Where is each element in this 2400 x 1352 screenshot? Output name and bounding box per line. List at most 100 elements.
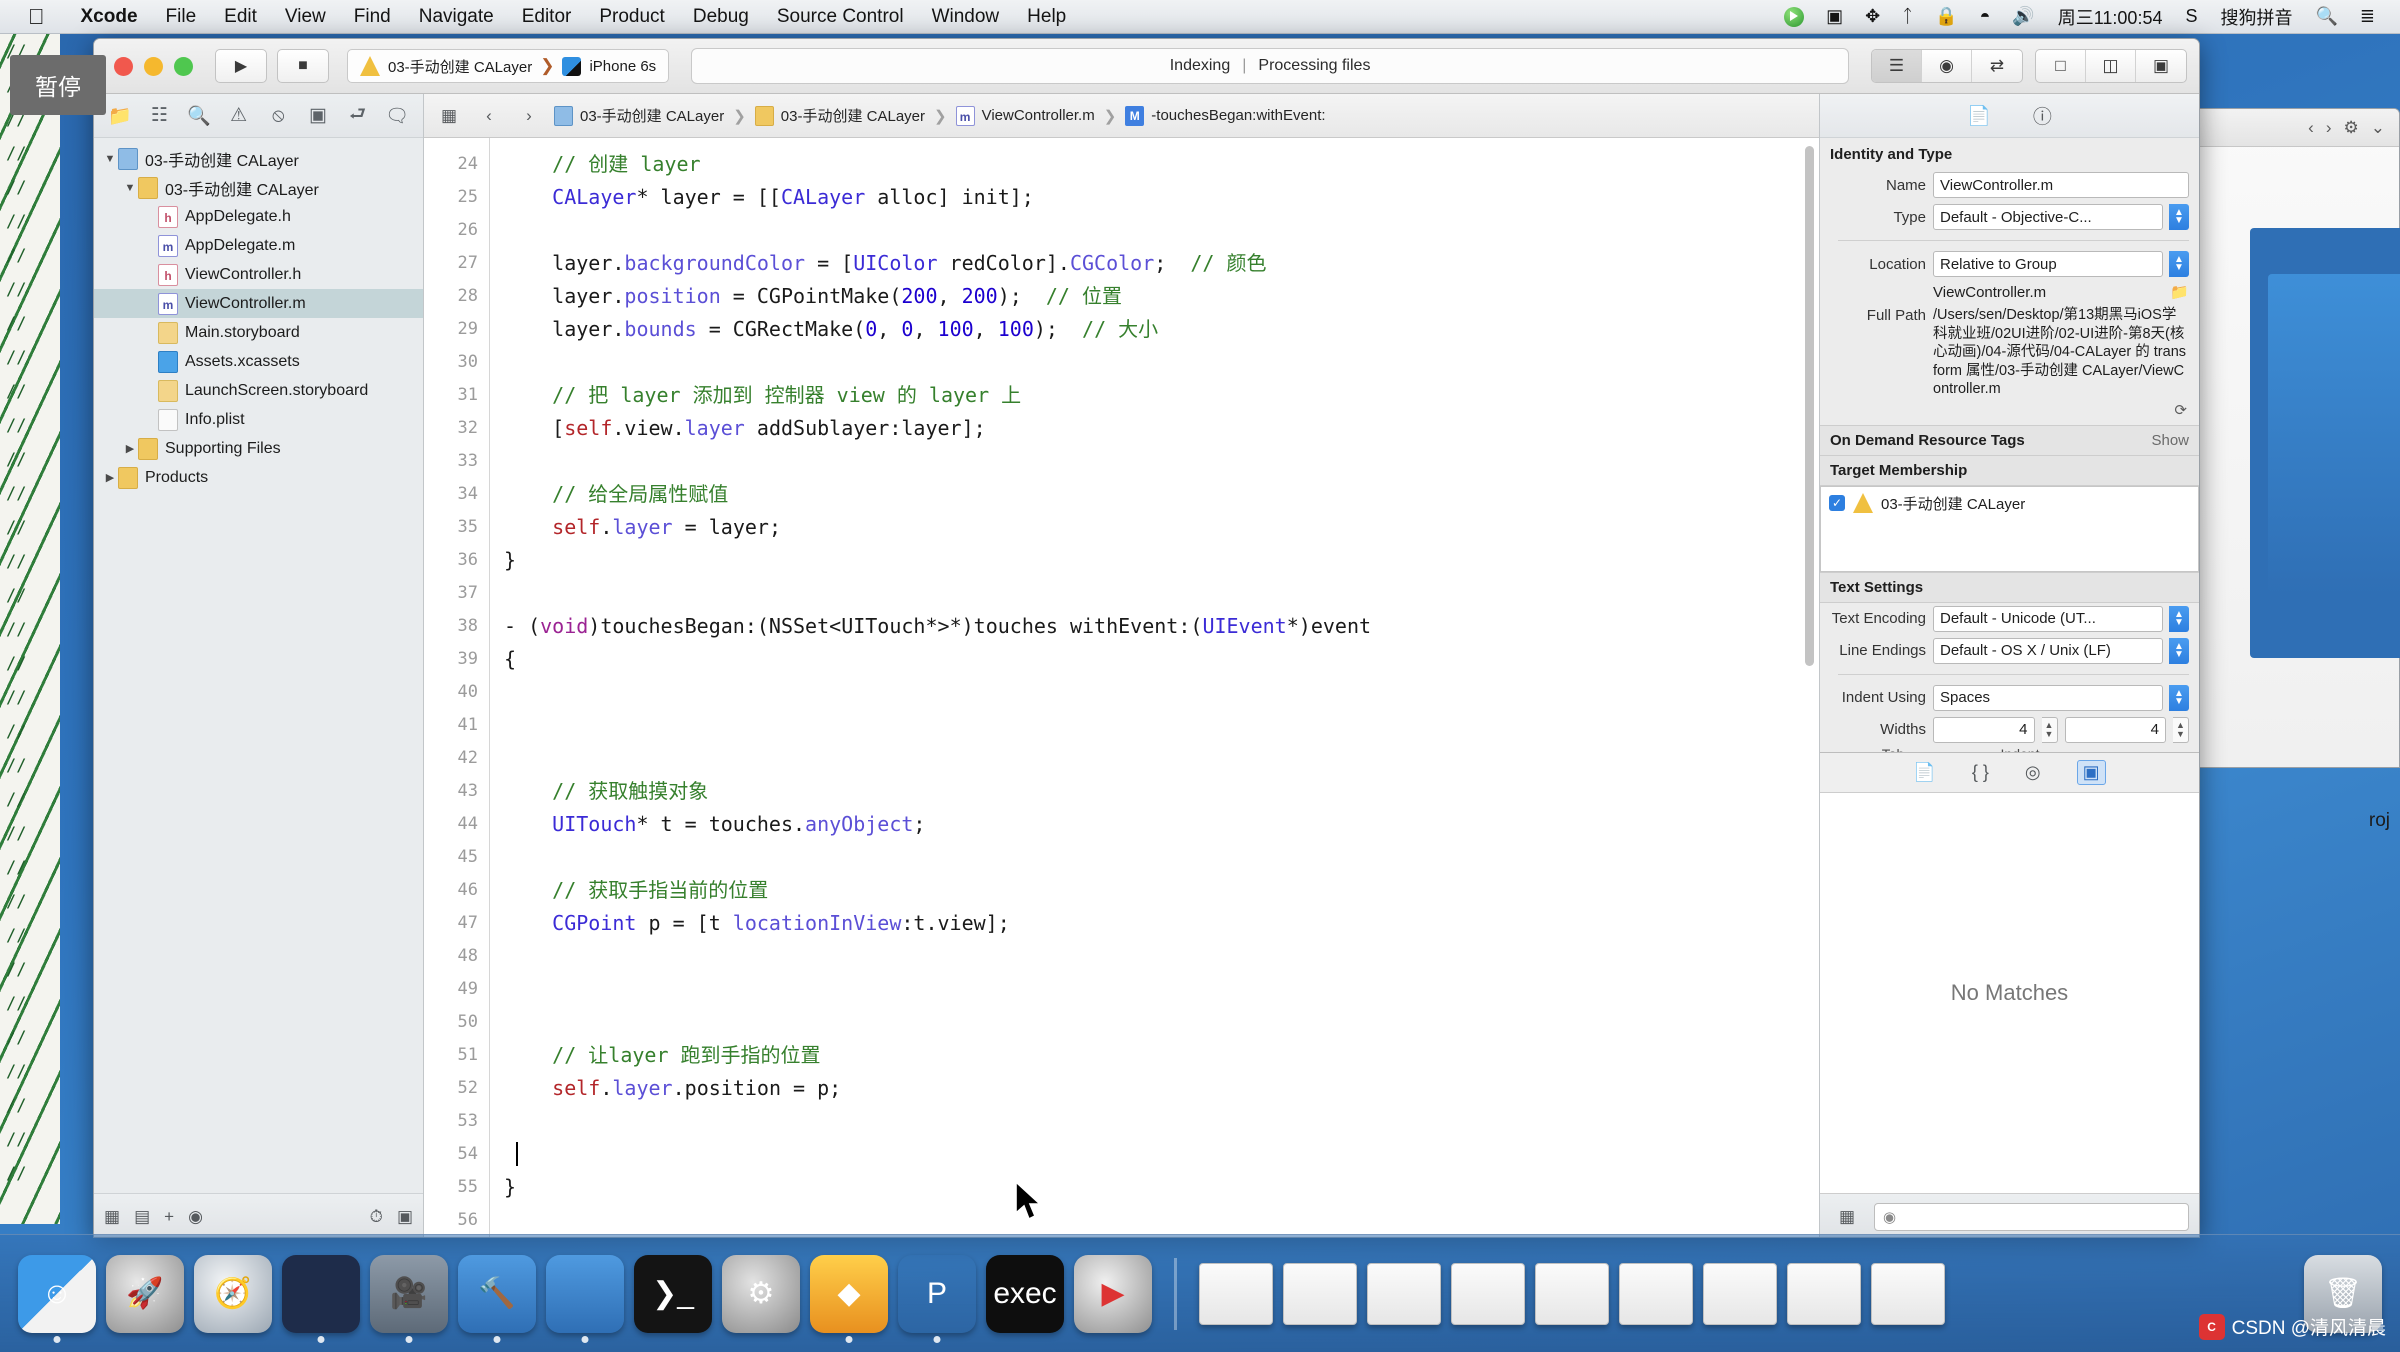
- list-view-icon[interactable]: ▤: [134, 1207, 150, 1227]
- code-line[interactable]: [504, 742, 1819, 775]
- indent-width-stepper[interactable]: ▲ ▼: [2173, 716, 2189, 743]
- breakpoint-navigator-icon[interactable]: ⮐: [338, 96, 378, 136]
- assistant-editor-icon[interactable]: ◉: [1922, 50, 1972, 82]
- minimized-window-2[interactable]: [1283, 1262, 1357, 1325]
- chevron-updown-icon[interactable]: ▲ ▼: [2169, 251, 2189, 277]
- code-line[interactable]: layer.backgroundColor = [UIColor redColo…: [504, 247, 1819, 280]
- debug-toggle-icon[interactable]: ◫: [2086, 50, 2136, 82]
- text-encoding-select[interactable]: Default - Unicode (UT...: [1933, 605, 2163, 632]
- minimized-window-9[interactable]: [1871, 1262, 1945, 1325]
- file-tree-row[interactable]: Main.storyboard: [94, 318, 423, 347]
- report-navigator-icon[interactable]: 🗨: [377, 96, 417, 136]
- disclosure-closed-icon[interactable]: ▶: [122, 442, 138, 455]
- symbol-navigator-icon[interactable]: ☷: [140, 96, 180, 136]
- file-tree-row[interactable]: m AppDelegate.m: [94, 231, 423, 260]
- finder-icon[interactable]: ☺: [18, 1254, 96, 1343]
- grid-view-icon[interactable]: ▦: [1830, 1207, 1864, 1227]
- menu-item-file[interactable]: File: [152, 6, 211, 28]
- forward-button[interactable]: ›: [514, 106, 544, 126]
- menu-item-editor[interactable]: Editor: [508, 6, 586, 28]
- file-tree-row[interactable]: Info.plist: [94, 405, 423, 434]
- sketch-icon[interactable]: ◆: [810, 1254, 888, 1343]
- editor-scrollbar[interactable]: [1803, 146, 1816, 1166]
- code-line[interactable]: [504, 1006, 1819, 1039]
- quicktime-icon[interactable]: 🎥: [370, 1254, 448, 1343]
- run-button[interactable]: ▶: [215, 49, 267, 83]
- code-line[interactable]: layer.bounds = CGRectMake(0, 0, 100, 100…: [504, 313, 1819, 346]
- xcode-icon[interactable]: 🔨: [458, 1254, 536, 1343]
- breadcrumb-method-label[interactable]: -touchesBegan:withEvent:: [1151, 107, 1325, 124]
- breadcrumb-file-label[interactable]: ViewController.m: [982, 107, 1095, 124]
- editor-mode-segment[interactable]: ☰ ◉ ⇄: [1871, 49, 2023, 83]
- minimized-window-3[interactable]: [1367, 1262, 1441, 1325]
- filter-icon[interactable]: ◉: [188, 1207, 203, 1227]
- code-line[interactable]: }: [504, 1171, 1819, 1204]
- code-line[interactable]: UITouch* t = touches.anyObject;: [504, 808, 1819, 841]
- odr-show-button[interactable]: Show: [2151, 432, 2189, 449]
- target-membership-list[interactable]: ✓ 03-手动创建 CALayer: [1820, 485, 2199, 572]
- minimized-window-4[interactable]: [1451, 1262, 1525, 1325]
- chevron-updown-icon[interactable]: ▲ ▼: [2169, 637, 2189, 664]
- test-navigator-icon[interactable]: ⦸: [259, 96, 299, 136]
- launchpad-icon[interactable]: 🚀: [106, 1254, 184, 1333]
- menu-item-edit[interactable]: Edit: [210, 6, 271, 28]
- minimized-window-6[interactable]: [1619, 1262, 1693, 1325]
- file-tree-row[interactable]: h ViewController.h: [94, 260, 423, 289]
- menu-bar-clock[interactable]: 周三11:00:54: [2046, 4, 2175, 30]
- code-line[interactable]: [504, 445, 1819, 478]
- scheme-selector[interactable]: 03-手动创建 CALayer ❯ iPhone 6s: [347, 49, 670, 83]
- xcode-beta-icon[interactable]: [546, 1254, 624, 1343]
- code-line[interactable]: [504, 841, 1819, 874]
- screen-record-icon[interactable]: [1773, 6, 1815, 27]
- file-tree-row[interactable]: LaunchScreen.storyboard: [94, 376, 423, 405]
- indent-width-field[interactable]: 4: [2064, 716, 2166, 743]
- code-line[interactable]: [504, 1204, 1819, 1237]
- code-area[interactable]: 24 25 26 27 28 29 30 31 32 33 34 35 36 37 38 39 40 41 42 43…: [424, 138, 1819, 1237]
- zoom-button[interactable]: [174, 56, 193, 76]
- recent-files-icon[interactable]: ⏱: [370, 1207, 383, 1227]
- find-navigator-icon[interactable]: 🔍: [179, 96, 219, 136]
- file-inspector-icon[interactable]: 📄: [1967, 104, 1991, 128]
- code-line[interactable]: [self.view.layer addSublayer:layer];: [504, 412, 1819, 445]
- scrollbar-thumb[interactable]: [1805, 146, 1814, 666]
- code-line[interactable]: // 给全局属性赋值: [504, 478, 1819, 511]
- code-line[interactable]: layer.position = CGPointMake(200, 200); …: [504, 280, 1819, 313]
- code-line[interactable]: // 获取触摸对象: [504, 775, 1819, 808]
- code-line[interactable]: [504, 1138, 1819, 1171]
- code-text[interactable]: // 创建 layer CALayer* layer = [[CALayer a…: [490, 138, 1819, 1237]
- bluetooth-icon[interactable]: ᛏ: [1891, 6, 1924, 27]
- file-tree-row[interactable]: m ViewController.m: [94, 289, 423, 318]
- location-select[interactable]: Relative to Group: [1933, 251, 2163, 277]
- file-tree-row[interactable]: ▼ 03-手动创建 CALayer: [94, 173, 423, 202]
- standard-editor-icon[interactable]: ☰: [1872, 50, 1922, 82]
- editor-app-icon[interactable]: exec: [986, 1254, 1064, 1333]
- code-line[interactable]: }: [504, 544, 1819, 577]
- chevron-updown-icon[interactable]: ▲ ▼: [2169, 684, 2189, 711]
- code-snippet-icon[interactable]: { }: [1972, 762, 1989, 783]
- code-line[interactable]: CGPoint p = [t locationInView:t.view];: [504, 907, 1819, 940]
- minimized-window-8[interactable]: [1787, 1262, 1861, 1325]
- sogou-input-icon[interactable]: S: [2174, 6, 2208, 27]
- media-library-icon[interactable]: ▣: [2076, 760, 2106, 785]
- parallels-icon[interactable]: P: [898, 1255, 976, 1343]
- terminal-icon[interactable]: ❯_: [634, 1254, 712, 1333]
- tab-width-field[interactable]: 4: [1933, 716, 2035, 743]
- file-template-icon[interactable]: 📄: [1913, 762, 1935, 783]
- code-line[interactable]: [504, 676, 1819, 709]
- disclosure-open-icon[interactable]: ▼: [102, 153, 118, 165]
- code-line[interactable]: CALayer* layer = [[CALayer alloc] init];: [504, 181, 1819, 214]
- minimized-window-7[interactable]: [1703, 1262, 1777, 1325]
- source-control-filter-icon[interactable]: ▣: [397, 1207, 413, 1227]
- menu-item-debug[interactable]: Debug: [679, 6, 763, 28]
- code-line[interactable]: {: [504, 643, 1819, 676]
- menu-item-navigate[interactable]: Navigate: [405, 6, 508, 28]
- version-editor-icon[interactable]: ⇄: [1972, 50, 2022, 82]
- lock-icon[interactable]: 🔒: [1924, 6, 1968, 27]
- folder-icon[interactable]: 📁: [2170, 283, 2189, 301]
- navigator-toggle-icon[interactable]: □: [2036, 50, 2086, 82]
- code-line[interactable]: [504, 577, 1819, 610]
- reveal-in-finder-icon[interactable]: ⟳: [1820, 401, 2199, 425]
- file-tree-row[interactable]: ▼ 03-手动创建 CALayer: [94, 144, 423, 173]
- chevron-updown-icon[interactable]: ▲ ▼: [2169, 204, 2189, 230]
- menu-item-product[interactable]: Product: [585, 6, 678, 28]
